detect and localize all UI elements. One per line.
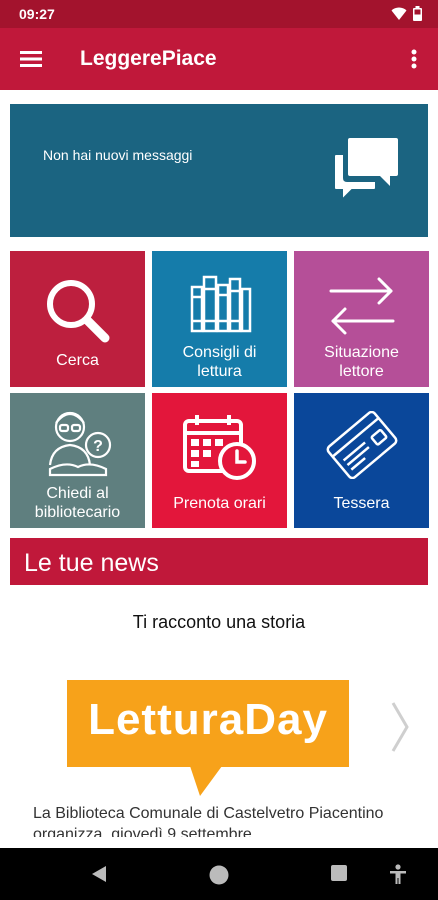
- calendar-clock-icon: [182, 415, 256, 480]
- tile-label: Tessera: [333, 495, 390, 512]
- messages-panel[interactable]: Non hai nuovi messaggi: [10, 104, 428, 237]
- tile-cerca[interactable]: Cerca: [10, 251, 145, 387]
- battery-icon: [413, 6, 422, 21]
- banner-speech-tail: [190, 766, 222, 796]
- wifi-icon: [391, 7, 407, 20]
- status-bar: 09:27: [0, 0, 438, 28]
- news-header: Le tue news: [10, 538, 428, 585]
- more-options-icon[interactable]: [404, 46, 424, 72]
- hamburger-menu-icon[interactable]: [18, 46, 46, 72]
- tile-label: Prenota orari: [173, 495, 266, 512]
- status-icons: [391, 6, 422, 21]
- article-text[interactable]: La Biblioteca Comunale di Castelvetro Pi…: [33, 803, 413, 837]
- tile-tessera[interactable]: Tessera: [294, 393, 429, 528]
- tile-label: Consigli di lettura: [182, 344, 257, 380]
- recents-icon[interactable]: [330, 864, 348, 882]
- app-bar: LeggerePiace: [0, 28, 438, 90]
- messages-text: Non hai nuovi messaggi: [43, 147, 193, 163]
- status-time: 09:27: [19, 6, 55, 22]
- books-icon: [190, 275, 251, 333]
- swap-arrows-icon: [329, 277, 394, 335]
- back-icon[interactable]: [90, 864, 108, 884]
- system-nav-bar: [0, 848, 438, 900]
- tile-label: Situazione lettore: [324, 344, 399, 380]
- app-title: LeggerePiace: [80, 47, 217, 70]
- story-title[interactable]: Ti racconto una storia: [0, 612, 438, 633]
- librarian-icon: ?: [48, 411, 111, 477]
- tile-chiedi-al-bibliotecario[interactable]: ? Chiedi al bibliotecario: [10, 393, 145, 528]
- news-banner-image[interactable]: LetturaDay: [67, 680, 349, 767]
- chevron-right-icon[interactable]: [389, 700, 411, 754]
- card-icon: [326, 411, 397, 479]
- tile-label: Cerca: [56, 352, 99, 369]
- tile-label: Chiedi al bibliotecario: [34, 485, 121, 521]
- news-title: Le tue news: [24, 549, 159, 577]
- svg-text:?: ?: [93, 438, 103, 455]
- banner-text: LetturaDay: [88, 695, 328, 744]
- tile-situazione-lettore[interactable]: Situazione lettore: [294, 251, 429, 387]
- search-icon: [46, 280, 109, 343]
- accessibility-icon[interactable]: [389, 864, 407, 886]
- chat-bubbles-icon: [333, 138, 398, 202]
- tile-consigli-di-lettura[interactable]: Consigli di lettura: [152, 251, 287, 387]
- home-icon[interactable]: [208, 864, 230, 886]
- tile-prenota-orari[interactable]: Prenota orari: [152, 393, 287, 528]
